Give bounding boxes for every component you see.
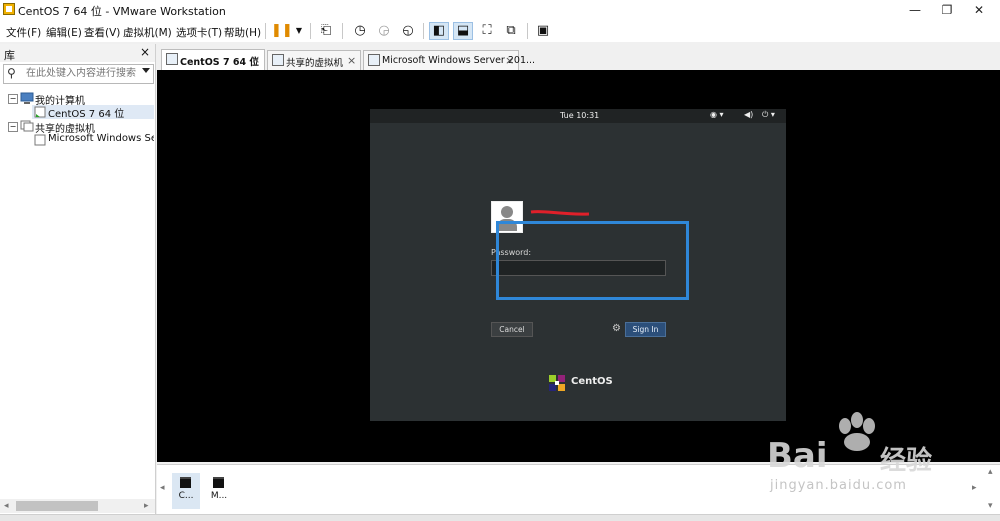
tree-item-windows-server[interactable]: Microsoft Windows Server 2012: [32, 133, 154, 147]
menu-file[interactable]: 文件(F): [6, 25, 41, 40]
sign-in-button[interactable]: Sign In: [625, 322, 666, 337]
scrollbar-thumb[interactable]: [16, 501, 98, 511]
gnome-top-bar: Tue 10:31 ◉ ▾ ◀) ⏻ ▾: [370, 109, 786, 123]
highlight-annotation-box: [496, 221, 689, 300]
vm-tab-bar: CentOS 7 64 位 × 共享的虚拟机 × Microsoft Windo…: [157, 48, 1000, 70]
library-header: 库 ×: [0, 44, 155, 62]
menu-help[interactable]: 帮助(H): [224, 25, 261, 40]
thumb-scroll-right-icon[interactable]: ▸: [972, 483, 977, 493]
watermark-brand: Bai: [767, 436, 828, 476]
scroll-left-icon[interactable]: ◂: [4, 501, 9, 511]
send-ctrl-alt-del-icon[interactable]: ⎗: [316, 22, 336, 40]
maximize-icon[interactable]: ❐: [930, 0, 964, 20]
watermark-cn: 经验: [880, 446, 933, 476]
centos-brand-text: CentOS: [571, 376, 613, 387]
menu-view[interactable]: 查看(V): [84, 25, 120, 40]
thumbnail-label: M...: [210, 491, 228, 501]
thumbnail-windows[interactable]: M...: [205, 473, 233, 509]
vmware-app-icon: [3, 3, 15, 15]
show-library-icon[interactable]: ◧: [429, 22, 449, 40]
console-view-icon[interactable]: ▣: [533, 22, 553, 40]
thumbnail-centos[interactable]: C...: [172, 473, 200, 509]
library-close-icon[interactable]: ×: [140, 45, 150, 59]
menu-edit[interactable]: 编辑(E): [46, 25, 82, 40]
watermark-url: jingyan.baidu.com: [770, 478, 907, 493]
accessibility-icon[interactable]: ◉ ▾: [710, 110, 724, 119]
revert-snapshot-icon[interactable]: ◶: [374, 22, 394, 40]
vm-screen-icon: [213, 477, 224, 488]
snapshot-manager-icon[interactable]: ◵: [398, 22, 418, 40]
tree-label-centos: CentOS 7 64 位: [48, 109, 125, 120]
minimize-icon[interactable]: —: [898, 0, 932, 20]
pause-icon[interactable]: ❚❚: [271, 22, 293, 40]
close-icon[interactable]: ✕: [962, 0, 996, 20]
centos-logo-icon: [549, 375, 565, 391]
menu-tabs[interactable]: 选项卡(T): [176, 25, 222, 40]
tab-close-icon[interactable]: ×: [347, 54, 356, 67]
vm-screen-icon: [180, 477, 191, 488]
vm-tab-icon: [368, 54, 380, 66]
snapshot-icon[interactable]: ◷: [350, 22, 370, 40]
vm-tab-icon: [272, 54, 284, 66]
tab-label: CentOS 7 64 位: [180, 57, 259, 68]
library-title: 库: [4, 49, 15, 62]
tab-close-icon[interactable]: ×: [505, 54, 514, 67]
search-input[interactable]: [26, 66, 136, 80]
vm-running-icon: [34, 106, 46, 118]
menu-bar: 文件(F) 编辑(E) 查看(V) 虚拟机(M) 选项卡(T) 帮助(H) ❚❚…: [0, 20, 1000, 42]
menu-vm[interactable]: 虚拟机(M): [123, 25, 172, 40]
thumb-scroll-up-icon[interactable]: ▴: [988, 467, 993, 477]
title-bar: CentOS 7 64 位 - VMware Workstation — ❐ ✕: [0, 0, 1000, 20]
username-redaction-mark: [530, 210, 590, 216]
thumbnail-label: C...: [178, 491, 194, 501]
computer-icon: [20, 92, 34, 104]
library-panel: 库 × ⚲ − 我的计算机 CentOS 7 64 位 − 共享的虚拟机 M: [0, 44, 156, 514]
session-gear-icon[interactable]: ⚙: [612, 323, 621, 334]
tab-windows-server[interactable]: Microsoft Windows Server 201... ×: [363, 50, 535, 70]
search-icon: ⚲: [7, 66, 16, 80]
collapse-icon[interactable]: −: [8, 94, 18, 104]
collapse-icon[interactable]: −: [8, 122, 18, 132]
thumb-scroll-down-icon[interactable]: ▾: [988, 501, 993, 511]
tab-centos[interactable]: CentOS 7 64 位 ×: [161, 49, 265, 70]
tab-label: 共享的虚拟机: [286, 58, 344, 69]
scroll-right-icon[interactable]: ▸: [144, 501, 149, 511]
thumb-scroll-left-icon[interactable]: ◂: [160, 483, 165, 493]
library-search[interactable]: ⚲: [3, 64, 154, 84]
shared-vms-icon: [20, 120, 34, 132]
vm-icon: [34, 134, 46, 146]
tree-label-windows-server: Microsoft Windows Server 2012: [48, 133, 154, 144]
gnome-clock[interactable]: Tue 10:31: [560, 111, 599, 120]
power-icon[interactable]: ⏻ ▾: [762, 110, 775, 120]
show-thumbnail-bar-icon[interactable]: ⬓: [453, 22, 473, 40]
search-dropdown-icon[interactable]: [142, 68, 150, 73]
library-horizontal-scrollbar[interactable]: ◂ ▸: [0, 499, 155, 513]
tab-close-icon[interactable]: ×: [251, 53, 260, 66]
fullscreen-icon[interactable]: ⛶: [477, 22, 497, 40]
volume-icon[interactable]: ◀): [744, 110, 753, 119]
baidu-paw-logo: [839, 412, 875, 451]
window-title: CentOS 7 64 位 - VMware Workstation: [18, 5, 226, 18]
unity-icon[interactable]: ⧉: [501, 22, 521, 40]
dropdown-icon[interactable]: ▼: [289, 22, 309, 40]
tab-shared-vms[interactable]: 共享的虚拟机 ×: [267, 50, 361, 70]
vm-tab-icon: [166, 53, 178, 65]
tree-item-centos[interactable]: CentOS 7 64 位: [32, 105, 154, 120]
cancel-button[interactable]: Cancel: [491, 322, 533, 337]
